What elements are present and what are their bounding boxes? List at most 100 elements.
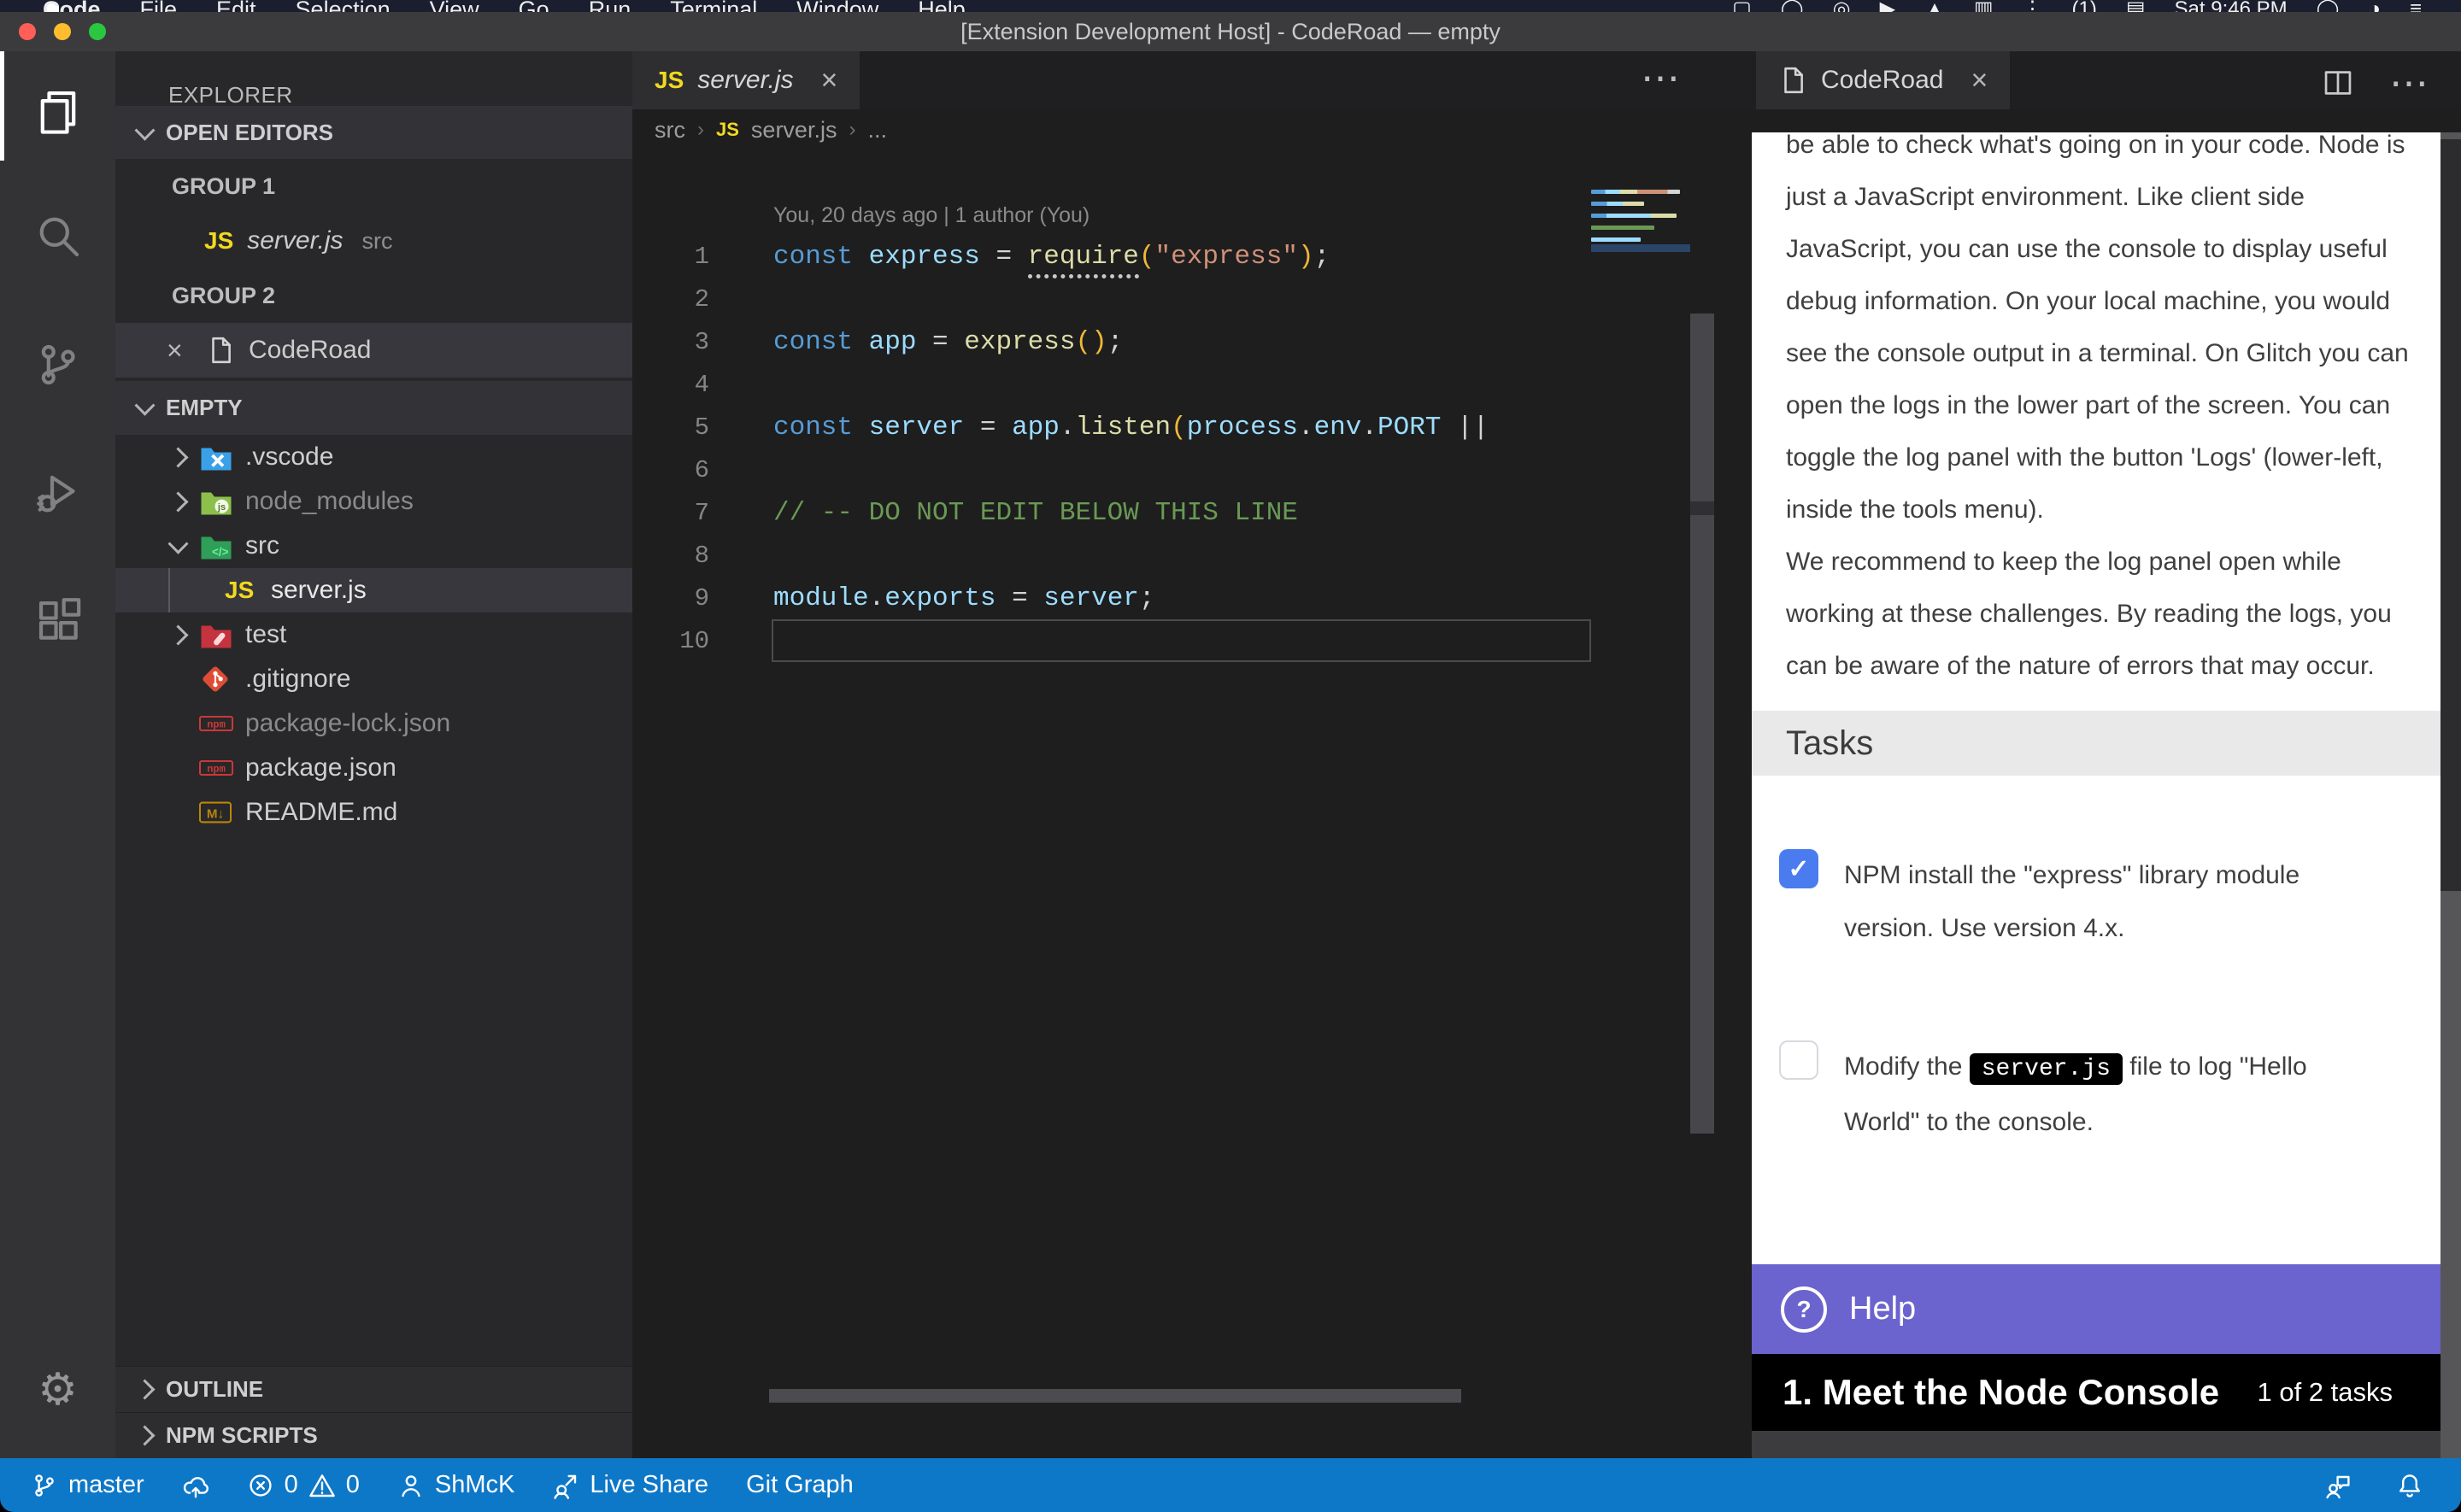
menu-status-icon[interactable]: ▤: [2126, 0, 2146, 12]
open-editor-item-coderoad[interactable]: ×CodeRoad: [115, 323, 632, 378]
line-number[interactable]: 5: [632, 413, 709, 442]
menu-status-icon[interactable]: ◑: [2368, 0, 2381, 12]
code-line-content[interactable]: const server = app.listen(process.env.PO…: [709, 413, 1489, 442]
status-live-share[interactable]: Live Share: [552, 1471, 708, 1499]
menu-status-icon[interactable]: ▥: [1974, 0, 1994, 12]
status-0[interactable]: 00: [247, 1471, 360, 1499]
tree-item-readme-md[interactable]: M↓README.md: [115, 790, 632, 835]
status-master[interactable]: master: [31, 1471, 144, 1499]
line-number[interactable]: 7: [632, 499, 709, 527]
scrollbar-thumb[interactable]: [2440, 139, 2461, 891]
menu-item-selection[interactable]: Selection: [296, 0, 391, 12]
menu-status-icon[interactable]: ≡: [2410, 0, 2422, 12]
breadcrumb-item[interactable]: ...: [867, 117, 887, 144]
code-line-1[interactable]: 1const express = require("express");: [632, 235, 1752, 278]
tree-item--vscode[interactable]: .vscode: [115, 435, 632, 479]
line-number[interactable]: 10: [632, 627, 709, 655]
close-icon[interactable]: ×: [167, 335, 192, 366]
status-cloud-upload[interactable]: [182, 1472, 209, 1499]
code-line-content[interactable]: const express = require("express");: [709, 242, 1330, 272]
code-line-4[interactable]: 4: [632, 363, 1752, 406]
line-number[interactable]: 9: [632, 584, 709, 612]
minimap[interactable]: [1591, 190, 1690, 261]
panel-scrollbar[interactable]: [2440, 132, 2461, 1458]
checkbox-checked[interactable]: ✓: [1779, 849, 1818, 888]
menu-item-file[interactable]: File: [140, 0, 178, 12]
lesson-bar[interactable]: 1. Meet the Node Console 1 of 2 tasks: [1752, 1354, 2440, 1431]
code-line-content[interactable]: // -- DO NOT EDIT BELOW THIS LINE: [709, 498, 1298, 528]
line-number[interactable]: 3: [632, 328, 709, 356]
activity-extensions[interactable]: [0, 573, 115, 667]
line-number[interactable]: 6: [632, 456, 709, 484]
open-editors-header[interactable]: OPEN EDITORS: [115, 106, 632, 159]
help-bar[interactable]: ? Help: [1752, 1264, 2440, 1354]
menu-status-icon[interactable]: ◎: [1833, 0, 1851, 12]
code-line-content[interactable]: module.exports = server;: [709, 583, 1155, 613]
code-editor[interactable]: 1const express = require("express");23co…: [632, 235, 1752, 662]
code-line-7[interactable]: 7// -- DO NOT EDIT BELOW THIS LINE: [632, 491, 1752, 534]
menu-status-icon[interactable]: ◯: [2317, 0, 2340, 12]
open-editor-item-server-js[interactable]: JSserver.jssrc: [115, 214, 632, 268]
horizontal-scrollbar[interactable]: [769, 1389, 1461, 1403]
tab-coderoad[interactable]: CodeRoad ×: [1756, 51, 2010, 109]
more-actions-icon[interactable]: ⋯: [2389, 63, 2430, 103]
activity-search[interactable]: [0, 189, 115, 283]
tree-item-package-json[interactable]: npmpackage.json: [115, 746, 632, 790]
activity-run-debug[interactable]: [0, 444, 115, 538]
tree-item-package-lock-json[interactable]: npmpackage-lock.json: [115, 701, 632, 746]
code-line-9[interactable]: 9module.exports = server;: [632, 577, 1752, 619]
menu-status-icon[interactable]: ▶: [1880, 0, 1895, 12]
breadcrumb[interactable]: src›JSserver.js›...: [655, 109, 887, 150]
tree-item--gitignore[interactable]: .gitignore: [115, 657, 632, 701]
code-line-8[interactable]: 8: [632, 534, 1752, 577]
menu-item-window[interactable]: Window: [796, 0, 878, 12]
split-editor-icon[interactable]: [2323, 67, 2353, 98]
menu-item-go[interactable]: Go: [519, 0, 549, 12]
menu-status-icon[interactable]: ▢: [1732, 0, 1752, 12]
menu-item-terminal[interactable]: Terminal: [670, 0, 757, 12]
menu-status-icon[interactable]: ◯: [1781, 0, 1804, 12]
line-number[interactable]: 4: [632, 371, 709, 399]
close-panel-tab-icon[interactable]: ×: [1971, 64, 1988, 97]
breadcrumb-item[interactable]: src: [655, 117, 685, 144]
menu-item-run[interactable]: Run: [589, 0, 631, 12]
tree-item-src[interactable]: </>src: [115, 524, 632, 568]
menu-item-help[interactable]: Help: [918, 0, 966, 12]
checkbox-unchecked[interactable]: [1779, 1040, 1818, 1080]
code-line-5[interactable]: 5const server = app.listen(process.env.P…: [632, 406, 1752, 448]
more-actions-icon[interactable]: ⋯: [1641, 56, 1682, 100]
code-line-content[interactable]: const app = express();: [709, 327, 1123, 357]
tab-server-js[interactable]: JS server.js ×: [632, 51, 860, 109]
svg-text:js: js: [217, 502, 226, 513]
close-tab-icon[interactable]: ×: [821, 64, 838, 97]
activity-settings[interactable]: ⚙: [0, 1343, 115, 1437]
activity-explorer[interactable]: [0, 63, 115, 157]
tree-item-test[interactable]: test: [115, 612, 632, 657]
code-token: const: [773, 327, 869, 357]
breadcrumb-item[interactable]: server.js: [751, 117, 837, 144]
status-shmck[interactable]: ShMcK: [397, 1471, 514, 1499]
line-number[interactable]: 1: [632, 243, 709, 271]
section-npm-scripts[interactable]: NPM SCRIPTS: [115, 1412, 632, 1458]
gitlens-annotation[interactable]: You, 20 days ago | 1 author (You): [773, 203, 1090, 228]
code-line-6[interactable]: 6: [632, 448, 1752, 491]
line-number[interactable]: 2: [632, 285, 709, 314]
status-feedback[interactable]: [2324, 1472, 2352, 1499]
section-outline[interactable]: OUTLINE: [115, 1366, 632, 1412]
status-bell[interactable]: [2396, 1472, 2423, 1499]
activity-source-control[interactable]: [0, 318, 115, 412]
folder-section-header[interactable]: EMPTY: [115, 381, 632, 435]
menu-item-view[interactable]: View: [430, 0, 479, 12]
menu-item-edit[interactable]: Edit: [216, 0, 256, 12]
tree-item-node-modules[interactable]: jsnode_modules: [115, 479, 632, 524]
menu-status-icon[interactable]: ▲: [1924, 0, 1945, 12]
line-number[interactable]: 8: [632, 542, 709, 570]
code-line-2[interactable]: 2: [632, 278, 1752, 320]
menu-item-code[interactable]: Code: [43, 0, 101, 12]
status-git-graph[interactable]: Git Graph: [746, 1471, 854, 1499]
menu-status-icon[interactable]: (1): [2072, 0, 2097, 12]
menu-status-icon[interactable]: ⋮: [2023, 0, 2043, 12]
vertical-scrollbar[interactable]: [1690, 314, 1714, 1134]
tree-item-server-js[interactable]: JSserver.js: [115, 568, 632, 612]
code-line-3[interactable]: 3const app = express();: [632, 320, 1752, 363]
